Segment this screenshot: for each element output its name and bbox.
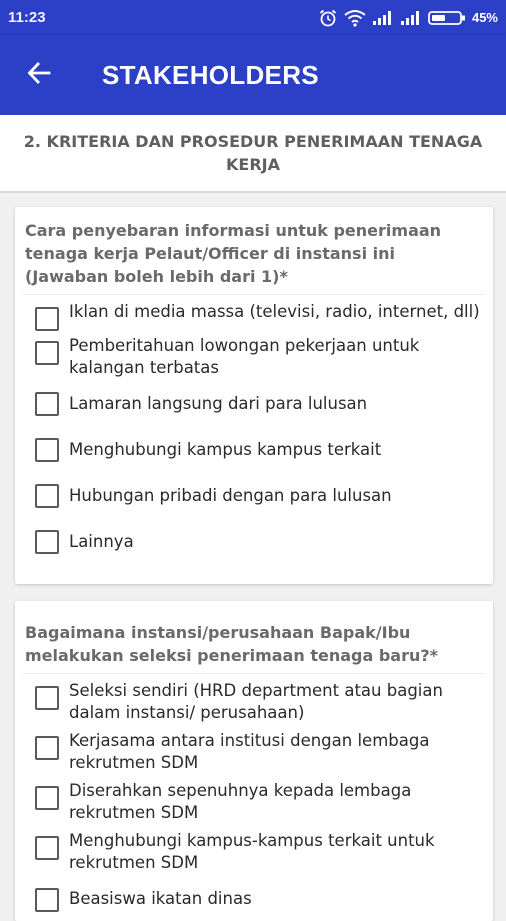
checkbox[interactable] xyxy=(35,307,59,331)
checkbox[interactable] xyxy=(35,736,59,760)
checkbox-option-lainnya[interactable]: Lainnya xyxy=(15,530,493,554)
checkbox[interactable] xyxy=(35,888,59,912)
checkbox[interactable] xyxy=(35,438,59,462)
option-label: Seleksi sendiri (HRD department atau bag… xyxy=(69,681,443,722)
signal-icon xyxy=(400,10,422,26)
option-label: Menghubungi kampus-kampus terkait untuk … xyxy=(69,831,435,872)
question-card-2: Bagaimana instansi/perusahaan Bapak/Ibu … xyxy=(15,601,493,921)
question-card-1: Cara penyebaran informasi untuk penerima… xyxy=(15,207,493,584)
checkbox[interactable] xyxy=(35,341,59,365)
section-header: 2. KRITERIA DAN PROSEDUR PENERIMAAN TENA… xyxy=(0,115,506,193)
checkbox-option-kalangan-terbatas[interactable]: Pemberitahuan lowongan pekerjaan untuk k… xyxy=(15,335,493,379)
question-text: Bagaimana instansi/perusahaan Bapak/Ibu … xyxy=(25,623,438,665)
checkbox-option-kampus-kampus[interactable]: Menghubungi kampus-kampus terkait untuk … xyxy=(15,830,493,874)
option-label: Menghubungi kampus kampus terkait xyxy=(69,440,382,459)
checkbox[interactable] xyxy=(35,530,59,554)
checkbox[interactable] xyxy=(35,836,59,860)
status-bar: 11:23 45% xyxy=(0,0,506,35)
checkbox-option-hubungan-pribadi[interactable]: Hubungan pribadi dengan para lulusan xyxy=(15,484,493,508)
option-label: Iklan di media massa (televisi, radio, i… xyxy=(69,302,480,321)
section-title: 2. KRITERIA DAN PROSEDUR PENERIMAAN TENA… xyxy=(23,132,483,174)
checkbox[interactable] xyxy=(35,786,59,810)
status-icons: 45% xyxy=(318,8,498,28)
checkbox-option-lamaran-langsung[interactable]: Lamaran langsung dari para lulusan xyxy=(15,392,493,416)
option-label: Pemberitahuan lowongan pekerjaan untuk k… xyxy=(69,336,420,377)
checkbox[interactable] xyxy=(35,686,59,710)
app-bar: STAKEHOLDERS xyxy=(0,35,506,115)
battery-percent: 45% xyxy=(471,10,498,25)
page-title: STAKEHOLDERS xyxy=(102,59,319,90)
checkbox-option-media-massa[interactable]: Iklan di media massa (televisi, radio, i… xyxy=(15,301,493,331)
option-label: Lainnya xyxy=(69,532,134,551)
battery-icon xyxy=(428,10,466,26)
alarm-icon xyxy=(318,8,338,28)
option-label: Hubungan pribadi dengan para lulusan xyxy=(69,486,392,505)
checkbox-option-kampus-terkait[interactable]: Menghubungi kampus kampus terkait xyxy=(15,438,493,462)
checkbox[interactable] xyxy=(35,484,59,508)
arrow-left-icon xyxy=(26,60,52,90)
checkbox[interactable] xyxy=(35,392,59,416)
checkbox-option-seleksi-sendiri[interactable]: Seleksi sendiri (HRD department atau bag… xyxy=(15,680,493,724)
question-text: Cara penyebaran informasi untuk penerima… xyxy=(25,221,442,286)
checkbox-option-diserahkan[interactable]: Diserahkan sepenuhnya kepada lembaga rek… xyxy=(15,780,493,824)
option-label: Kerjasama antara institusi dengan lembag… xyxy=(69,731,430,772)
option-label: Beasiswa ikatan dinas xyxy=(69,889,252,908)
back-button[interactable] xyxy=(0,35,90,115)
status-time: 11:23 xyxy=(8,9,46,26)
divider xyxy=(23,294,485,295)
option-label: Lamaran langsung dari para lulusan xyxy=(69,394,368,413)
checkbox-option-beasiswa[interactable]: Beasiswa ikatan dinas xyxy=(15,888,493,912)
checkbox-option-kerjasama[interactable]: Kerjasama antara institusi dengan lembag… xyxy=(15,730,493,774)
signal-icon xyxy=(372,10,394,26)
wifi-icon xyxy=(344,9,366,27)
divider xyxy=(23,673,485,674)
option-label: Diserahkan sepenuhnya kepada lembaga rek… xyxy=(69,781,412,822)
